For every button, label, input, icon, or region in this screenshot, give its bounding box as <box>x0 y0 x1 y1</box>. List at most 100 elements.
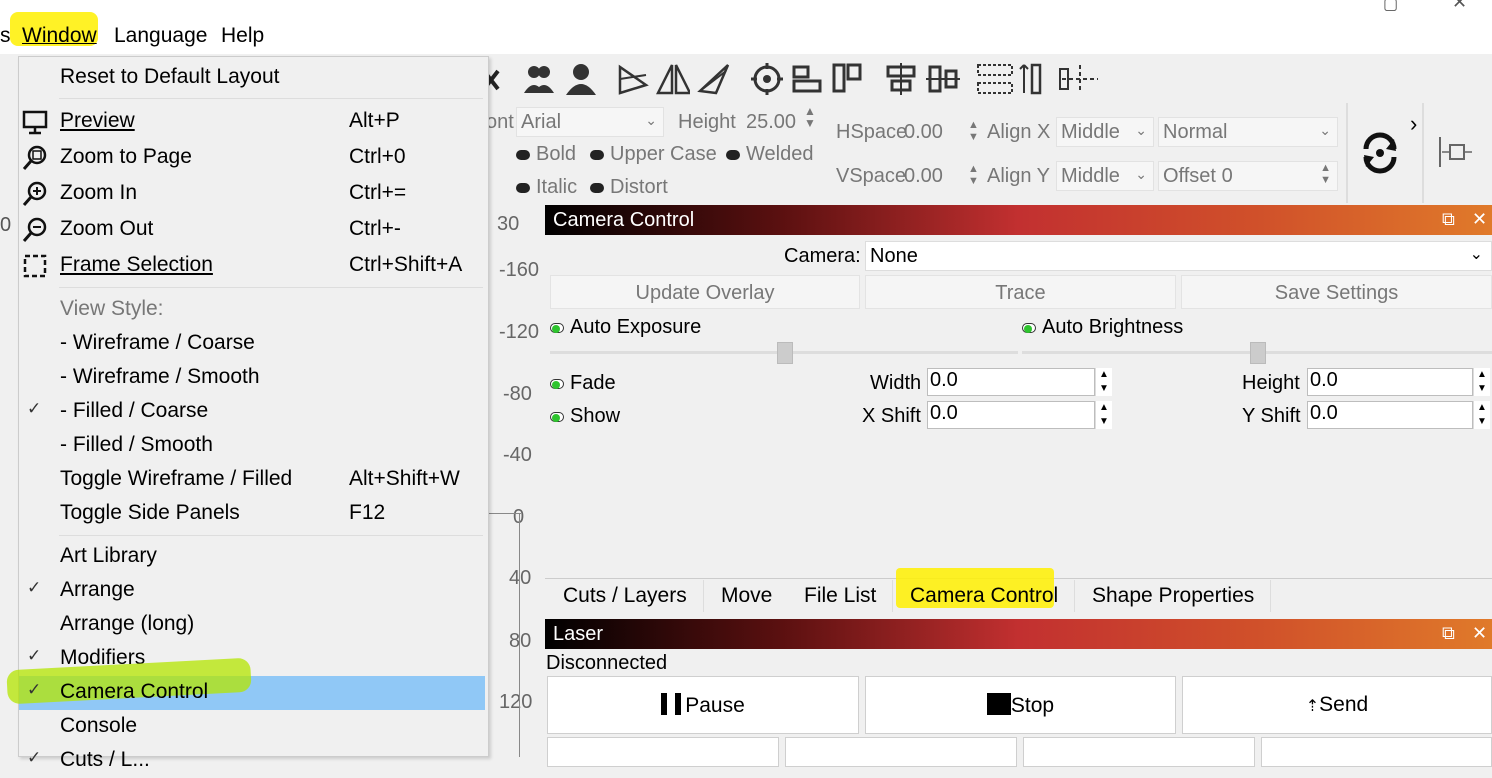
tab-camera-control[interactable]: Camera Control <box>894 580 1076 612</box>
xshift-field[interactable]: 0.0 <box>927 401 1095 429</box>
hspace-spin-icon[interactable]: ▲ ▼ <box>968 119 979 143</box>
welded-label: Welded <box>746 143 814 165</box>
group-icon[interactable] <box>522 61 556 97</box>
menu-item-zoom-out[interactable]: Zoom Out Ctrl+- <box>19 213 487 247</box>
exposure-slider-handle[interactable] <box>777 342 793 364</box>
align-middle-icon[interactable] <box>926 61 960 97</box>
height-value[interactable]: 25.00 <box>746 111 796 134</box>
trace-button[interactable]: Trace <box>865 275 1176 309</box>
bold-toggle[interactable]: Bold <box>516 143 576 166</box>
menu-item-zoom-in[interactable]: Zoom In Ctrl+= <box>19 177 487 211</box>
camera-panel-header: Camera Control ⧉ ✕ <box>545 205 1492 235</box>
menu-window[interactable]: Window <box>22 24 97 48</box>
camera-select[interactable]: None ⌄ <box>865 241 1492 271</box>
tab-file-list[interactable]: File List <box>788 580 894 612</box>
tab-shape-properties[interactable]: Shape Properties <box>1076 580 1272 612</box>
snap-icon[interactable] <box>1436 133 1476 173</box>
align-left-icon[interactable] <box>790 61 824 97</box>
skew-icon[interactable] <box>696 61 730 97</box>
user-icon[interactable] <box>564 61 598 97</box>
save-settings-button[interactable]: Save Settings <box>1181 275 1492 309</box>
menu-item-wireframe-smooth[interactable]: - Wireframe / Smooth <box>19 361 487 395</box>
brightness-slider-handle[interactable] <box>1250 342 1266 364</box>
show-toggle[interactable]: Show <box>550 405 620 428</box>
stop-button[interactable]: Stop <box>865 676 1176 734</box>
vspace-value[interactable]: 0.00 <box>904 165 943 188</box>
menu-item-preview[interactable]: Preview Alt+P <box>19 105 487 139</box>
pause-button[interactable]: Pause <box>547 676 859 734</box>
width-field[interactable]: 0.0 <box>927 368 1095 396</box>
height-spin-icon[interactable]: ▲ ▼ <box>804 105 816 129</box>
zoom-page-icon <box>22 145 47 170</box>
xshift-spin-icon[interactable]: ▲ ▼ <box>1095 401 1112 429</box>
menu-help[interactable]: Help <box>221 24 264 48</box>
auto-exposure-toggle[interactable]: Auto Exposure <box>550 316 701 339</box>
camera-label: Camera: <box>784 245 861 267</box>
yshift-spin-icon[interactable]: ▲ ▼ <box>1473 401 1490 429</box>
mirror-icon[interactable] <box>656 61 690 97</box>
menu-item-art-library[interactable]: Art Library <box>19 540 487 574</box>
menu-language[interactable]: Language <box>114 24 207 48</box>
menu-item-cuts-layers[interactable]: ✓ Cuts / L... <box>19 744 487 778</box>
flip-horizontal-icon[interactable] <box>616 61 650 97</box>
menu-tools[interactable]: s <box>0 24 11 48</box>
yshift-field[interactable]: 0.0 <box>1307 401 1473 429</box>
font-combo[interactable]: Arial ⌄ <box>516 107 664 137</box>
hspace-value[interactable]: 0.00 <box>904 121 943 144</box>
laser-button-row2[interactable] <box>1023 737 1255 767</box>
distribute-h-icon[interactable] <box>976 61 1016 97</box>
fade-toggle[interactable]: Fade <box>550 372 616 395</box>
hspace-label: HSpace <box>836 121 908 143</box>
aligny-combo[interactable]: Middle ⌄ <box>1056 161 1154 191</box>
float-icon[interactable]: ⧉ <box>1442 209 1455 230</box>
upper-case-toggle[interactable]: Upper Case <box>590 143 717 166</box>
height-spin-icon[interactable]: ▲ ▼ <box>1473 368 1490 396</box>
float-icon[interactable]: ⧉ <box>1442 623 1455 644</box>
alignx-combo[interactable]: Middle ⌄ <box>1056 117 1154 147</box>
close-window-icon[interactable]: ✕ <box>1452 0 1467 13</box>
menu-item-wireframe-coarse[interactable]: - Wireframe / Coarse <box>19 327 487 361</box>
menu-item-toggle-side-panels[interactable]: Toggle Side Panels F12 <box>19 497 487 531</box>
distort-toggle[interactable]: Distort <box>590 176 668 199</box>
menu-item-zoom-to-page[interactable]: Zoom to Page Ctrl+0 <box>19 141 487 175</box>
space-evenly-icon[interactable] <box>1058 61 1102 97</box>
update-overlay-button[interactable]: Update Overlay <box>550 275 860 309</box>
align-center-icon[interactable] <box>884 61 918 97</box>
offset-value: 0 <box>1221 165 1233 187</box>
restore-icon[interactable]: ▢ <box>1383 0 1398 14</box>
width-spin-icon[interactable]: ▲ ▼ <box>1095 368 1112 396</box>
laser-button-row2[interactable] <box>547 737 779 767</box>
menu-item-reset-layout[interactable]: Reset to Default Layout <box>19 61 487 95</box>
menu-item-camera-control[interactable]: ✓ Camera Control <box>6 657 485 710</box>
menu-item-filled-coarse[interactable]: ✓ - Filled / Coarse <box>19 395 487 429</box>
offset-field[interactable]: Offset 0 ▲ ▼ <box>1158 161 1338 191</box>
close-icon[interactable]: ✕ <box>1472 209 1487 230</box>
menu-item-arrange-long[interactable]: Arrange (long) <box>19 608 487 642</box>
menu-item-label: Toggle Wireframe / Filled <box>60 467 293 490</box>
chevron-down-icon: ⌄ <box>1469 246 1483 263</box>
style-combo[interactable]: Normal ⌄ <box>1158 117 1338 147</box>
menu-item-arrange[interactable]: ✓ Arrange <box>19 574 487 608</box>
laser-button-row2[interactable] <box>1261 737 1492 767</box>
distribute-v-icon[interactable] <box>1018 61 1052 97</box>
menu-item-filled-smooth[interactable]: - Filled / Smooth <box>19 429 487 463</box>
font-value: Arial <box>521 111 562 133</box>
italic-toggle[interactable]: Italic <box>516 176 577 199</box>
target-icon[interactable] <box>750 61 784 97</box>
menu-item-toggle-wireframe[interactable]: Toggle Wireframe / Filled Alt+Shift+W <box>19 463 487 497</box>
send-button[interactable]: ⇡Send <box>1182 676 1492 734</box>
menu-separator <box>59 287 483 288</box>
menu-item-frame-selection[interactable]: Frame Selection Ctrl+Shift+A <box>19 249 487 283</box>
tab-cuts-layers[interactable]: Cuts / Layers <box>547 580 704 612</box>
close-icon[interactable]: ✕ <box>1472 623 1487 644</box>
chevron-right-icon[interactable]: › <box>1410 111 1417 137</box>
laser-button-row2[interactable] <box>785 737 1017 767</box>
welded-toggle[interactable]: Welded <box>726 143 813 166</box>
tab-move[interactable]: Move <box>705 580 790 612</box>
align-top-icon[interactable] <box>830 61 864 97</box>
height-field[interactable]: 0.0 <box>1307 368 1473 396</box>
refresh-icon[interactable] <box>1358 131 1402 175</box>
vspace-spin-icon[interactable]: ▲ ▼ <box>968 163 979 187</box>
menu-item-console[interactable]: Console <box>19 710 487 744</box>
auto-brightness-toggle[interactable]: Auto Brightness <box>1022 316 1183 339</box>
